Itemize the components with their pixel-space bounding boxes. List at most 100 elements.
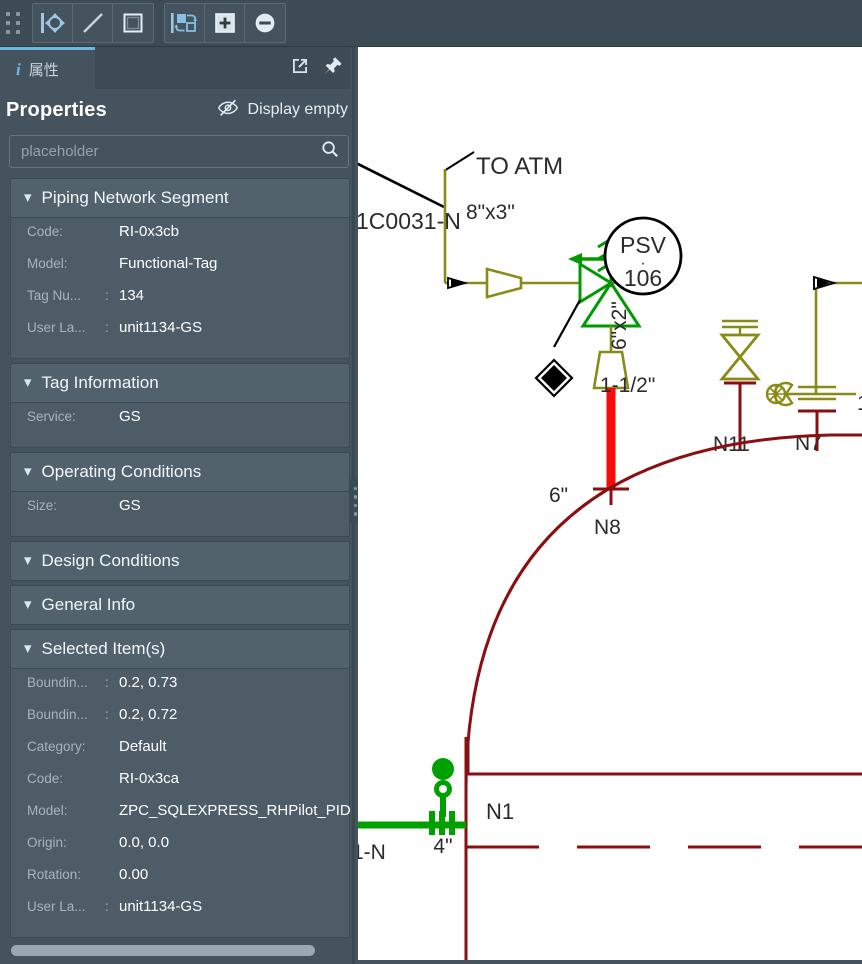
property-row[interactable]: Tag Nu...:134 [11,287,349,319]
replace-tool-button[interactable] [165,4,205,42]
property-value[interactable]: unit1134-GS [119,319,202,336]
property-row[interactable]: Category:Default [11,738,349,770]
property-value[interactable]: GS [119,408,141,425]
property-row[interactable]: Code:RI-0x3cb [11,223,349,255]
leader-line-top [358,161,444,207]
search-box[interactable] [9,135,349,168]
property-value[interactable]: 0.00 [119,866,148,883]
horizontal-scrollbar[interactable] [11,945,349,956]
pid-drawing: 8"x3" [358,47,862,960]
property-value[interactable]: 0.2, 0.72 [119,706,177,723]
property-group-header[interactable]: ▾Selected Item(s) [10,629,350,669]
property-group: ▾Piping Network SegmentCode:RI-0x3cbMode… [10,178,350,359]
property-row[interactable]: Code:RI-0x3ca [11,770,349,802]
chevron-down-icon: ▾ [24,375,32,390]
property-key: Code: [27,224,119,239]
property-row[interactable]: User La...:unit1134-GS [11,898,349,930]
property-group: ▾Design Conditions [10,541,350,581]
chevron-down-icon: ▾ [24,553,32,568]
pid-drawing-canvas[interactable]: 8"x3" [358,47,862,960]
property-value[interactable]: ZPC_SQLEXPRESS_RHPilot_PID1 [119,802,358,819]
toolbar-drag-handle[interactable] [0,0,26,47]
point-tool-button[interactable] [33,4,73,42]
property-key: Category: [27,739,119,754]
line-tag-top-label: 1C0031-N [358,208,461,234]
point-icon [39,10,67,36]
property-group-header[interactable]: ▾Operating Conditions [10,452,350,492]
valve-n1-symbol [429,758,455,835]
property-row[interactable]: User La...:unit1134-GS [11,319,349,351]
property-value[interactable]: RI-0x3cb [119,223,179,240]
property-value[interactable]: Functional-Tag [119,255,217,272]
nozzle-n8-label: N8 [594,516,621,539]
line-tool-button[interactable] [73,4,113,42]
tab-properties[interactable]: i 属性 [0,47,95,89]
property-group-header[interactable]: ▾General Info [10,585,350,625]
property-row[interactable]: Model:ZPC_SQLEXPRESS_RHPilot_PID1 [11,802,349,834]
property-value[interactable]: 0.2, 0.73 [119,674,177,691]
property-separator: : [105,288,119,303]
panel-splitter[interactable] [350,47,358,964]
chevron-down-icon: ▾ [24,641,32,656]
property-key: Code: [27,771,119,786]
chevron-down-icon: ▾ [24,464,32,479]
chevron-down-icon: ▾ [24,597,32,612]
property-value[interactable]: GS [119,497,141,514]
zoom-in-tool-button[interactable] [205,4,245,42]
property-row[interactable]: Service:GS [11,408,349,440]
property-key: User La... [27,899,105,914]
vessel-outline [466,435,862,960]
property-row[interactable]: Origin:0.0, 0.0 [11,834,349,866]
line-icon [80,10,106,36]
property-separator: : [105,899,119,914]
spec-break-symbol [536,300,580,396]
property-row[interactable]: Boundin...:0.2, 0.73 [11,674,349,706]
property-row[interactable]: Rotation:0.00 [11,866,349,898]
scrollbar-thumb[interactable] [11,945,315,956]
zoom-out-tool-button[interactable] [245,4,285,42]
popout-icon[interactable] [290,56,310,81]
property-row[interactable]: Size:GS [11,497,349,529]
toolbar-group-select-tools [32,3,154,43]
search-input[interactable] [19,142,321,161]
pin-icon[interactable] [322,55,344,82]
property-group-header[interactable]: ▾Piping Network Segment [10,178,350,218]
property-key: Model: [27,803,119,818]
display-empty-toggle[interactable]: Display empty [217,99,348,122]
flow-arrow-n7-icon [814,277,834,289]
properties-list[interactable]: ▾Piping Network SegmentCode:RI-0x3cbMode… [0,178,358,941]
property-group-header[interactable]: ▾Tag Information [10,363,350,403]
property-key: User La... [27,320,105,335]
property-value[interactable]: Default [119,738,167,755]
property-row[interactable]: Model:Functional-Tag [11,255,349,287]
property-key: Boundin... [27,675,105,690]
plus-box-icon [212,10,238,36]
panel-header: Properties Display empty [0,89,358,131]
property-group-body: Size:GS [10,492,350,537]
application-window: i 属性 Properties [0,0,862,964]
properties-panel: i 属性 Properties [0,47,358,964]
reducer-6x2-label: 6"x2" [608,301,631,350]
property-value[interactable]: unit1134-GS [119,898,202,915]
property-key: Boundin... [27,707,105,722]
toolbar-group-edit-tools [164,3,286,43]
property-separator: : [105,707,119,722]
property-value[interactable]: 0.0, 0.0 [119,834,169,851]
property-value[interactable]: RI-0x3ca [119,770,179,787]
property-group: ▾Tag Information Service:GS [10,363,350,448]
search-icon[interactable] [321,140,339,163]
property-row[interactable]: Boundin...:0.2, 0.72 [11,706,349,738]
rectangle-icon [120,10,146,36]
property-value[interactable]: 134 [119,287,144,304]
property-group-header[interactable]: ▾Design Conditions [10,541,350,581]
property-group-body: Boundin...:0.2, 0.73Boundin...:0.2, 0.72… [10,669,350,938]
flow-arrow-icon [448,278,465,288]
size-6-label: 6" [549,484,568,507]
property-separator: : [105,675,119,690]
property-key: Service: [27,409,119,424]
property-key: Tag Nu... [27,288,105,303]
to-atm-leader [444,152,474,171]
rectangle-tool-button[interactable] [113,4,153,42]
size-1-1-2-label: 1-1/2" [600,374,655,397]
reducer-8x3-label: 8"x3" [466,201,515,224]
